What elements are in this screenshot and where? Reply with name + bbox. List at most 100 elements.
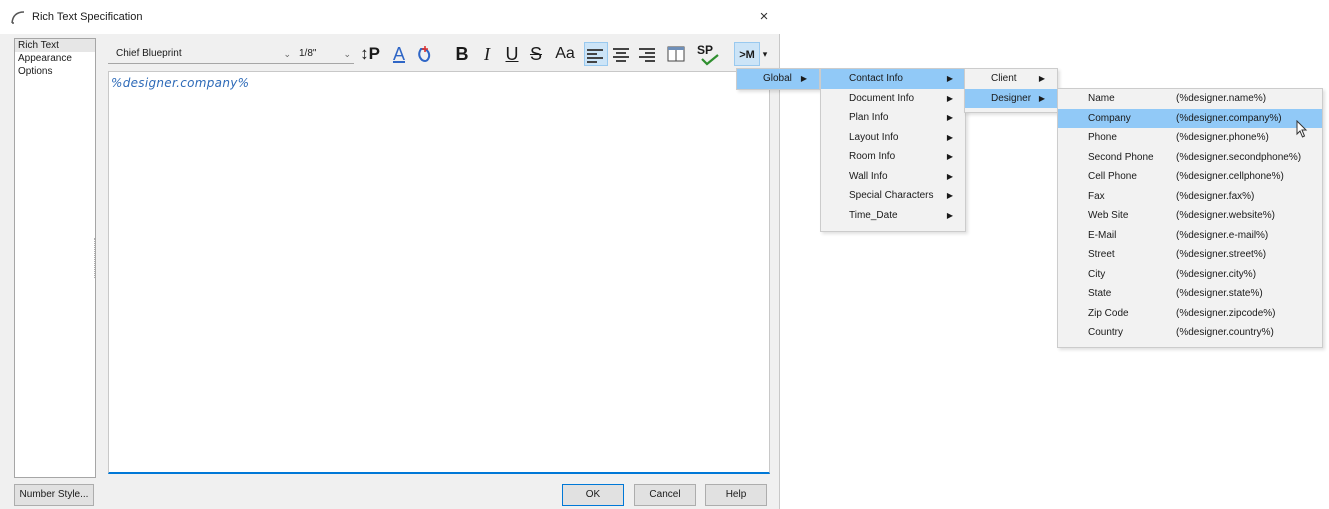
cancel-button[interactable]: Cancel	[634, 484, 696, 506]
submenu-arrow-icon: ▶	[800, 74, 807, 83]
menu-item-label: Wall Info	[849, 170, 888, 182]
font-size-select[interactable]: 1/8" ⌄	[294, 44, 354, 64]
window-title: Rich Text Specification	[32, 11, 143, 23]
menu-item-phone[interactable]: Phone (%designer.phone%)	[1058, 128, 1322, 148]
spell-check-button[interactable]: SP	[694, 42, 720, 66]
italic-button[interactable]: I	[478, 42, 496, 66]
menu-item-macro-value: (%designer.street%)	[1176, 249, 1267, 260]
menu-item-label: Phone	[1088, 132, 1117, 143]
menu-item-macro-value: (%designer.city%)	[1176, 268, 1257, 280]
menu-item-label: Plan Info	[849, 112, 889, 123]
menu-item-macro-value: (%designer.name%)	[1176, 93, 1267, 104]
menu-item-street[interactable]: Street (%designer.street%)	[1058, 245, 1322, 265]
menu-item-zip-code[interactable]: Zip Code (%designer.zipcode%)	[1058, 304, 1322, 324]
menu-item-macro-value: (%designer.e-mail%)	[1176, 229, 1269, 241]
menu-item-document-info[interactable]: Document Info ▶	[821, 89, 965, 109]
menu-item-global[interactable]: Global ▶	[737, 69, 819, 89]
menu-item-contact-info[interactable]: Contact Info ▶	[821, 69, 965, 89]
strikethrough-button[interactable]: S	[526, 42, 546, 66]
menu-item-designer[interactable]: Designer ▶	[965, 88, 1057, 108]
menu-item-label: Second Phone	[1088, 151, 1154, 163]
menu-item-label: Document Info	[849, 92, 915, 104]
submenu-arrow-icon: ▶	[946, 93, 953, 103]
macro-menu: Global ▶	[736, 68, 820, 90]
menu-item-label: Zip Code	[1088, 307, 1129, 319]
menu-item-macro-value: (%designer.state%)	[1176, 288, 1263, 299]
menu-item-state[interactable]: State (%designer.state%)	[1058, 284, 1322, 304]
menu-item-web-site[interactable]: Web Site (%designer.website%)	[1058, 206, 1322, 226]
panel-splitter[interactable]	[94, 238, 97, 278]
insert-macro-button[interactable]: >M	[734, 42, 760, 66]
sidebar-item-appearance[interactable]: Appearance	[15, 52, 95, 65]
title-bar: Rich Text Specification ×	[0, 0, 780, 34]
menu-item-macro-value: (%designer.country%)	[1176, 327, 1274, 338]
checkmark-icon	[701, 54, 719, 66]
submenu-arrow-icon: ▶	[946, 191, 953, 200]
line-spacing-button[interactable]: ↕P	[358, 42, 382, 66]
change-case-button[interactable]: Aa	[552, 42, 578, 66]
underline-button[interactable]: U	[502, 42, 522, 66]
menu-item-macro-value: (%designer.zipcode%)	[1176, 307, 1276, 319]
menu-item-name[interactable]: Name (%designer.name%)	[1058, 89, 1322, 109]
global-submenu: Contact Info ▶ Document Info ▶ Plan Info ▶ Lay…	[820, 68, 966, 232]
menu-item-label: E-Mail	[1088, 229, 1117, 241]
menu-item-macro-value: (%designer.cellphone%)	[1176, 171, 1284, 182]
align-right-button[interactable]	[636, 42, 660, 66]
menu-item-time-date[interactable]: Time_Date ▶	[821, 206, 965, 226]
menu-item-macro-value: (%designer.phone%)	[1176, 132, 1269, 143]
menu-item-special-characters[interactable]: Special Characters ▶	[821, 186, 965, 206]
submenu-arrow-icon: ▶	[946, 210, 953, 220]
menu-item-label: Room Info	[849, 151, 896, 162]
menu-item-fax[interactable]: Fax (%designer.fax%)	[1058, 187, 1322, 207]
menu-item-client[interactable]: Client ▶	[965, 69, 1057, 89]
menu-item-city[interactable]: City (%designer.city%)	[1058, 265, 1322, 285]
help-button[interactable]: Help	[705, 484, 767, 506]
menu-item-plan-info[interactable]: Plan Info ▶	[821, 108, 965, 128]
menu-item-macro-value: (%designer.company%)	[1176, 112, 1282, 124]
designer-submenu: Name (%designer.name%) Company (%designer.c…	[1057, 88, 1323, 348]
menu-item-label: Designer	[991, 92, 1032, 104]
align-center-button[interactable]	[610, 42, 634, 66]
menu-item-second-phone[interactable]: Second Phone (%designer.secondphone%)	[1058, 148, 1322, 168]
submenu-arrow-icon: ▶	[946, 152, 953, 161]
menu-item-macro-value: (%designer.secondphone%)	[1176, 151, 1302, 163]
macro-dropdown-arrow[interactable]: ▾	[760, 42, 770, 66]
menu-item-label: Fax	[1088, 190, 1105, 202]
menu-item-e-mail[interactable]: E-Mail (%designer.e-mail%)	[1058, 226, 1322, 246]
columns-button[interactable]	[664, 42, 688, 66]
menu-item-label: State	[1088, 288, 1112, 299]
submenu-arrow-icon: ▶	[946, 113, 953, 122]
align-left-button[interactable]	[584, 42, 608, 66]
menu-item-label: Time_Date	[849, 209, 898, 221]
highlight-button[interactable]	[412, 42, 436, 66]
menu-item-room-info[interactable]: Room Info ▶	[821, 147, 965, 167]
number-style-button[interactable]: Number Style...	[14, 484, 94, 506]
menu-item-label: Country	[1088, 327, 1124, 338]
menu-item-company[interactable]: Company (%designer.company%)	[1058, 108, 1322, 128]
ok-button[interactable]: OK	[562, 484, 624, 506]
arc-icon	[11, 11, 25, 24]
font-color-icon: A	[392, 44, 405, 64]
menu-item-label: Global	[763, 73, 792, 84]
menu-item-macro-value: (%designer.website%)	[1176, 210, 1275, 221]
font-color-button[interactable]: A	[388, 42, 410, 66]
sidebar-item-options[interactable]: Options	[15, 65, 95, 78]
formatting-toolbar: Chief Blueprint ⌄ 1/8" ⌄ ↕P A B I U S Aa	[108, 40, 770, 70]
font-select[interactable]: Chief Blueprint ⌄	[108, 44, 294, 64]
menu-item-label: City	[1088, 268, 1106, 280]
sidebar-item-rich-text[interactable]: Rich Text	[15, 39, 95, 52]
submenu-arrow-icon: ▶	[1038, 74, 1045, 83]
close-button[interactable]: ×	[752, 6, 776, 28]
chevron-down-icon: ⌄	[283, 49, 291, 59]
sidebar: Rich Text Appearance Options	[14, 38, 96, 478]
menu-item-layout-info[interactable]: Layout Info ▶	[821, 128, 965, 148]
font-size-value: 1/8"	[299, 48, 317, 59]
highlighter-icon	[418, 46, 431, 62]
bold-button[interactable]: B	[452, 42, 472, 66]
submenu-arrow-icon: ▶	[946, 171, 953, 181]
menu-item-cell-phone[interactable]: Cell Phone (%designer.cellphone%)	[1058, 167, 1322, 187]
menu-item-country[interactable]: Country (%designer.country%)	[1058, 323, 1322, 343]
rich-text-editor[interactable]: %designer.company%	[108, 71, 770, 474]
menu-item-wall-info[interactable]: Wall Info ▶	[821, 167, 965, 187]
submenu-arrow-icon: ▶	[1038, 93, 1045, 103]
